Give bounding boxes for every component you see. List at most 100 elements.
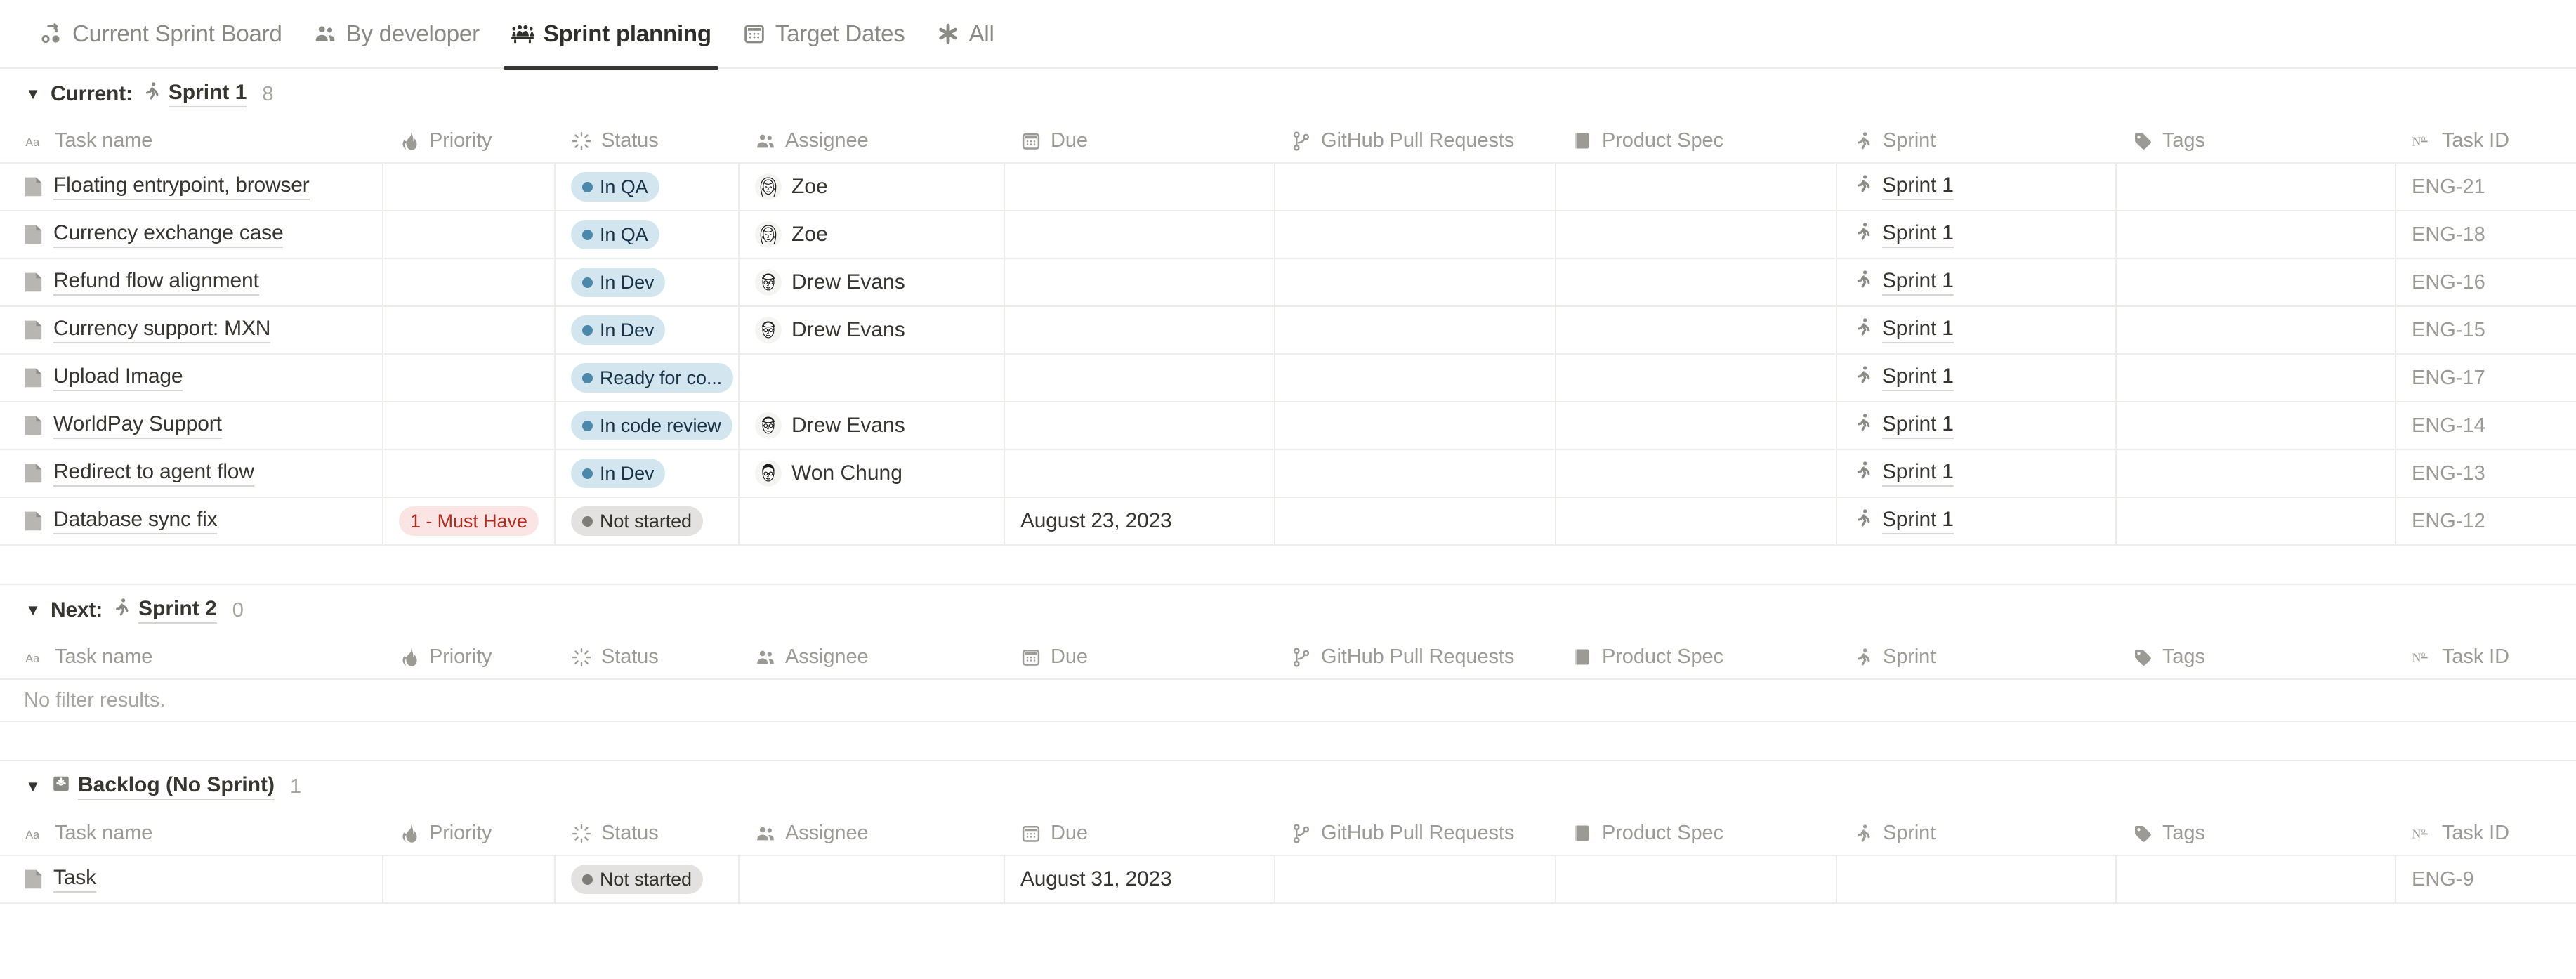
sprint-relation[interactable]: Sprint 1 [1853, 460, 1954, 487]
cell-product-spec[interactable] [1556, 258, 1837, 307]
cell-github-pull-requests[interactable] [1275, 402, 1556, 450]
cell-tags[interactable] [2116, 402, 2396, 450]
cell-status[interactable]: In code review [555, 402, 740, 450]
column-header-priority[interactable]: Priority [383, 119, 555, 164]
cell-task-name[interactable]: WorldPay Support [0, 402, 383, 450]
cell-product-spec[interactable] [1556, 163, 1837, 211]
sprint-relation[interactable]: Sprint 1 [1853, 508, 1954, 534]
table-row[interactable]: Task Not started August 31, 2023 ENG-9 [0, 855, 2576, 904]
cell-sprint[interactable]: Sprint 1 [1836, 163, 2117, 211]
cell-priority[interactable] [383, 306, 556, 355]
cell-status[interactable]: In QA [555, 163, 740, 211]
collapse-caret-icon[interactable]: ▼ [24, 85, 42, 103]
column-header-tags[interactable]: Tags [2116, 119, 2396, 164]
cell-task-id[interactable]: ENG-13 [2396, 449, 2576, 498]
column-header-taskid[interactable]: No Task ID [2396, 119, 2576, 164]
sprint-relation[interactable]: Sprint 1 [1853, 221, 1954, 248]
section-group[interactable]: Sprint 2 [111, 597, 217, 624]
tab-all[interactable]: All [921, 0, 1010, 68]
task-name-link[interactable]: Refund flow alignment [53, 269, 259, 296]
cell-sprint[interactable]: Sprint 1 [1836, 449, 2117, 498]
cell-assignee[interactable]: Drew Evans [739, 258, 1005, 307]
column-header-tags[interactable]: Tags [2116, 636, 2396, 680]
column-header-sprint[interactable]: Sprint [1836, 636, 2116, 680]
column-header-status[interactable]: Status [555, 119, 739, 164]
column-header-assignee[interactable]: Assignee [739, 812, 1004, 856]
cell-tags[interactable] [2116, 354, 2396, 402]
table-row[interactable]: Database sync fix 1 - Must Have Not starte… [0, 497, 2576, 546]
cell-product-spec[interactable] [1556, 354, 1837, 402]
tab-by-developer[interactable]: By developer [298, 0, 495, 68]
cell-assignee[interactable] [739, 354, 1005, 402]
cell-github-pull-requests[interactable] [1275, 258, 1556, 307]
sprint-relation[interactable]: Sprint 1 [1853, 173, 1954, 200]
cell-task-id[interactable]: ENG-16 [2396, 258, 2576, 307]
cell-priority[interactable] [383, 258, 556, 307]
cell-priority[interactable] [383, 449, 556, 498]
cell-assignee[interactable]: Zoe [739, 163, 1005, 211]
cell-priority[interactable] [383, 354, 556, 402]
cell-sprint[interactable]: Sprint 1 [1836, 402, 2117, 450]
column-header-assignee[interactable]: Assignee [739, 636, 1004, 680]
cell-priority[interactable] [383, 855, 556, 904]
column-header-spec[interactable]: Product Spec [1556, 636, 1836, 680]
column-header-pr[interactable]: GitHub Pull Requests [1275, 636, 1556, 680]
cell-task-id[interactable]: ENG-9 [2396, 855, 2576, 904]
status-badge[interactable]: In Dev [571, 315, 666, 345]
task-name-link[interactable]: Currency support: MXN [53, 317, 270, 343]
table-row[interactable]: Currency exchange case In QA Zoe Sprint 1 EN… [0, 211, 2576, 259]
status-badge[interactable]: In Dev [571, 459, 666, 488]
column-header-name[interactable]: Aa Task name [0, 812, 383, 856]
cell-github-pull-requests[interactable] [1275, 354, 1556, 402]
tab-target-dates[interactable]: Target Dates [727, 0, 921, 68]
cell-sprint[interactable]: Sprint 1 [1836, 211, 2117, 259]
cell-due[interactable] [1004, 306, 1275, 355]
task-name-link[interactable]: Floating entrypoint, browser [53, 173, 310, 200]
table-row[interactable]: Upload Image Ready for co... Sprint 1 ENG-1… [0, 354, 2576, 402]
cell-github-pull-requests[interactable] [1275, 855, 1556, 904]
tab-sprint-planning[interactable]: Sprint planning [495, 0, 727, 70]
column-header-pr[interactable]: GitHub Pull Requests [1275, 812, 1556, 856]
cell-status[interactable]: In Dev [555, 449, 740, 498]
cell-product-spec[interactable] [1556, 449, 1837, 498]
cell-sprint[interactable]: Sprint 1 [1836, 354, 2117, 402]
cell-github-pull-requests[interactable] [1275, 497, 1556, 546]
cell-task-name[interactable]: Task [0, 855, 383, 904]
cell-tags[interactable] [2116, 258, 2396, 307]
column-header-due[interactable]: Due [1004, 636, 1275, 680]
status-badge[interactable]: In QA [571, 172, 659, 202]
task-name-link[interactable]: Database sync fix [53, 508, 218, 534]
cell-status[interactable]: Not started [555, 855, 740, 904]
status-badge[interactable]: Ready for co... [571, 363, 734, 393]
cell-due[interactable] [1004, 449, 1275, 498]
column-header-status[interactable]: Status [555, 636, 739, 680]
column-header-due[interactable]: Due [1004, 812, 1275, 856]
cell-task-id[interactable]: ENG-12 [2396, 497, 2576, 546]
task-name-link[interactable]: Task [53, 866, 96, 893]
cell-product-spec[interactable] [1556, 306, 1837, 355]
table-row[interactable]: Floating entrypoint, browser In QA Zoe Spri… [0, 163, 2576, 211]
table-row[interactable]: Refund flow alignment In Dev Drew Evans Spr… [0, 258, 2576, 307]
table-row[interactable]: WorldPay Support In code review Drew Evans… [0, 402, 2576, 450]
cell-status[interactable]: In Dev [555, 306, 740, 355]
cell-task-name[interactable]: Database sync fix [0, 497, 383, 546]
task-name-link[interactable]: Currency exchange case [53, 221, 284, 248]
cell-task-id[interactable]: ENG-17 [2396, 354, 2576, 402]
cell-task-name[interactable]: Refund flow alignment [0, 258, 383, 307]
cell-github-pull-requests[interactable] [1275, 163, 1556, 211]
column-header-due[interactable]: Due [1004, 119, 1275, 164]
table-row[interactable]: Redirect to agent flow In Dev Won Chung Spr… [0, 449, 2576, 498]
column-header-priority[interactable]: Priority [383, 636, 555, 680]
cell-task-id[interactable]: ENG-21 [2396, 163, 2576, 211]
cell-assignee[interactable]: Drew Evans [739, 306, 1005, 355]
column-header-sprint[interactable]: Sprint [1836, 119, 2116, 164]
section-header-current[interactable]: ▼ Current: Sprint 1 8 [0, 69, 2576, 119]
cell-assignee[interactable] [739, 855, 1005, 904]
collapse-caret-icon[interactable]: ▼ [24, 777, 42, 796]
cell-task-id[interactable]: ENG-15 [2396, 306, 2576, 355]
column-header-assignee[interactable]: Assignee [739, 119, 1004, 164]
task-name-link[interactable]: Redirect to agent flow [53, 460, 254, 487]
column-header-name[interactable]: Aa Task name [0, 119, 383, 164]
cell-tags[interactable] [2116, 497, 2396, 546]
cell-tags[interactable] [2116, 211, 2396, 259]
